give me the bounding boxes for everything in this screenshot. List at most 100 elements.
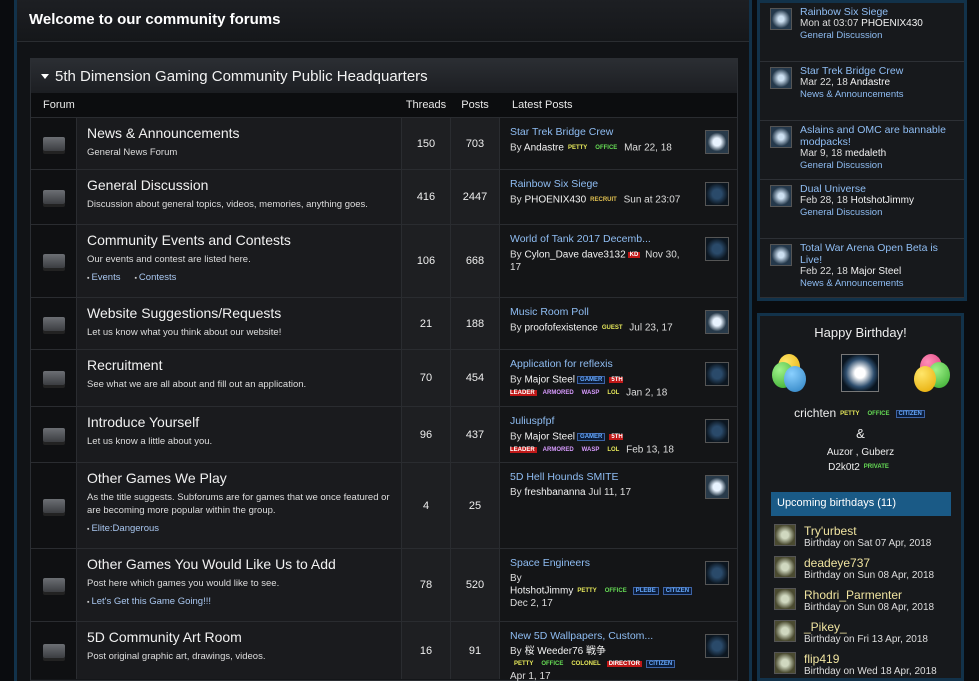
forum-row[interactable]: Other Games You Would Like Us to Add Pos…	[31, 548, 737, 621]
avatar[interactable]	[774, 588, 796, 610]
latest-post-title[interactable]: Music Room Poll	[510, 306, 685, 318]
avatar[interactable]	[705, 310, 729, 334]
birthday-user[interactable]: Auzor , Guberz	[827, 447, 894, 458]
post-author[interactable]: Cylon_Dave dave3132	[524, 250, 625, 261]
recent-thread-title[interactable]: Aslains and OMC are bannable modpacks!	[800, 124, 958, 148]
category-title[interactable]: 5th Dimension Gaming Community Public He…	[55, 68, 428, 85]
avatar[interactable]	[770, 67, 792, 89]
recent-thread-forum[interactable]: News & Announcements	[800, 278, 958, 290]
latest-post-title[interactable]: New 5D Wallpapers, Custom...	[510, 630, 685, 642]
avatar[interactable]	[770, 185, 792, 207]
recent-thread-title[interactable]: Star Trek Bridge Crew	[800, 65, 904, 77]
recent-thread-date: Mar 9, 18	[800, 148, 843, 159]
user-badge: WASP	[581, 389, 600, 396]
subforum-link[interactable]: Contests	[134, 272, 177, 283]
forum-title[interactable]: Other Games We Play	[87, 470, 391, 486]
forum-row[interactable]: Introduce Yourself Let us know a little …	[31, 406, 737, 462]
collapse-icon[interactable]	[41, 73, 49, 79]
avatar[interactable]	[774, 620, 796, 642]
forum-title[interactable]: Community Events and Contests	[87, 232, 391, 248]
recent-thread-item[interactable]: Aslains and OMC are bannable modpacks! M…	[760, 121, 964, 180]
forum-title[interactable]: Recruitment	[87, 357, 391, 373]
forum-title[interactable]: Introduce Yourself	[87, 414, 391, 430]
forum-title[interactable]: Other Games You Would Like Us to Add	[87, 556, 391, 572]
birthday-username[interactable]: Try'urbest	[804, 524, 931, 538]
latest-post-title[interactable]: Juliuspfpf	[510, 415, 685, 427]
birthday-username[interactable]: flip419	[804, 652, 937, 666]
recent-thread-forum[interactable]: News & Announcements	[800, 89, 904, 101]
avatar[interactable]	[705, 634, 729, 658]
upcoming-birthday-item[interactable]: deadeye737 Birthday on Sun 08 Apr, 2018	[774, 556, 934, 581]
recent-thread-user[interactable]: Major Steel	[851, 266, 902, 277]
recent-thread-title[interactable]: Rainbow Six Siege	[800, 6, 923, 18]
forum-title[interactable]: Website Suggestions/Requests	[87, 305, 391, 321]
recent-thread-user[interactable]: PHOENIX430	[861, 18, 923, 29]
post-author[interactable]: freshbananna	[524, 487, 585, 498]
avatar[interactable]	[770, 126, 792, 148]
recent-thread-user[interactable]: medaleth	[845, 148, 886, 159]
avatar[interactable]	[705, 475, 729, 499]
subforum-link[interactable]: Elite:Dangerous	[87, 523, 159, 534]
avatar[interactable]	[705, 182, 729, 206]
avatar[interactable]	[770, 8, 792, 30]
forum-row[interactable]: General Discussion Discussion about gene…	[31, 169, 737, 224]
upcoming-birthday-item[interactable]: flip419 Birthday on Wed 18 Apr, 2018	[774, 652, 937, 677]
category-header[interactable]: 5th Dimension Gaming Community Public He…	[31, 59, 737, 93]
birthday-username[interactable]: Rhodri_Parmenter	[804, 588, 934, 602]
latest-post-title[interactable]: Application for reflexis	[510, 358, 685, 370]
recent-thread-forum[interactable]: General Discussion	[800, 207, 914, 219]
forum-title[interactable]: 5D Community Art Room	[87, 629, 391, 645]
recent-thread-title[interactable]: Dual Universe	[800, 183, 914, 195]
recent-thread-forum[interactable]: General Discussion	[800, 30, 923, 42]
forum-row[interactable]: Website Suggestions/Requests Let us know…	[31, 297, 737, 349]
forum-row[interactable]: News & Announcements General News Forum …	[31, 117, 737, 169]
post-author[interactable]: Major Steel	[524, 375, 575, 386]
avatar[interactable]	[705, 561, 729, 585]
recent-thread-user[interactable]: HotshotJimmy	[851, 195, 914, 206]
avatar[interactable]	[705, 237, 729, 261]
latest-post-title[interactable]: 5D Hell Hounds SMITE	[510, 471, 685, 483]
avatar[interactable]	[705, 362, 729, 386]
recent-thread-forum[interactable]: General Discussion	[800, 160, 958, 172]
latest-post-title[interactable]: Rainbow Six Siege	[510, 178, 685, 190]
recent-thread-item[interactable]: Star Trek Bridge Crew Mar 22, 18 Andastr…	[760, 62, 964, 121]
recent-thread-user[interactable]: Andastre	[850, 77, 890, 88]
subforum-link[interactable]: Let's Get this Game Going!!!	[87, 596, 211, 607]
recent-thread-title[interactable]: Total War Arena Open Beta is Live!	[800, 242, 958, 266]
latest-post-title[interactable]: World of Tank 2017 Decemb...	[510, 233, 685, 245]
forum-row[interactable]: Recruitment See what we are all about an…	[31, 349, 737, 406]
recent-thread-item[interactable]: Total War Arena Open Beta is Live! Feb 2…	[760, 239, 964, 298]
forum-row[interactable]: Other Games We Play As the title suggest…	[31, 462, 737, 548]
post-count: 91	[451, 622, 500, 679]
upcoming-birthday-item[interactable]: Rhodri_Parmenter Birthday on Sun 08 Apr, …	[774, 588, 934, 613]
recent-thread-item[interactable]: Rainbow Six Siege Mon at 03:07 PHOENIX43…	[760, 3, 964, 62]
avatar[interactable]	[774, 524, 796, 546]
post-author[interactable]: PHOENIX430	[524, 195, 586, 206]
birthday-user[interactable]: D2k0t2	[828, 462, 860, 473]
post-author[interactable]: Andastre	[524, 143, 564, 154]
avatar[interactable]	[705, 419, 729, 443]
forum-row[interactable]: 5D Community Art Room Post original grap…	[31, 621, 737, 681]
avatar[interactable]	[774, 652, 796, 674]
forum-title[interactable]: News & Announcements	[87, 125, 391, 141]
post-author[interactable]: proofofexistence	[524, 323, 597, 334]
subforum-link[interactable]: Events	[87, 272, 120, 283]
post-author[interactable]: HotshotJimmy	[510, 586, 573, 597]
latest-post-title[interactable]: Star Trek Bridge Crew	[510, 126, 685, 138]
forum-title[interactable]: General Discussion	[87, 177, 391, 193]
birthday-username[interactable]: deadeye737	[804, 556, 934, 570]
avatar[interactable]	[705, 130, 729, 154]
avatar[interactable]	[770, 244, 792, 266]
latest-post-title[interactable]: Space Engineers	[510, 557, 685, 569]
upcoming-birthday-item[interactable]: Try'urbest Birthday on Sat 07 Apr, 2018	[774, 524, 931, 549]
forum-row[interactable]: Community Events and Contests Our events…	[31, 224, 737, 297]
upcoming-birthday-item[interactable]: _Pikey_ Birthday on Fri 13 Apr, 2018	[774, 620, 928, 645]
upcoming-birthdays-header[interactable]: Upcoming birthdays (11)	[771, 492, 951, 516]
avatar[interactable]	[841, 354, 879, 392]
birthday-username[interactable]: _Pikey_	[804, 620, 928, 634]
avatar[interactable]	[774, 556, 796, 578]
post-author[interactable]: 桜 Weeder76 戦争	[524, 646, 606, 657]
post-author[interactable]: Major Steel	[524, 432, 575, 443]
recent-thread-item[interactable]: Dual Universe Feb 28, 18 HotshotJimmy Ge…	[760, 180, 964, 239]
birthday-user[interactable]: crichten	[794, 406, 836, 420]
